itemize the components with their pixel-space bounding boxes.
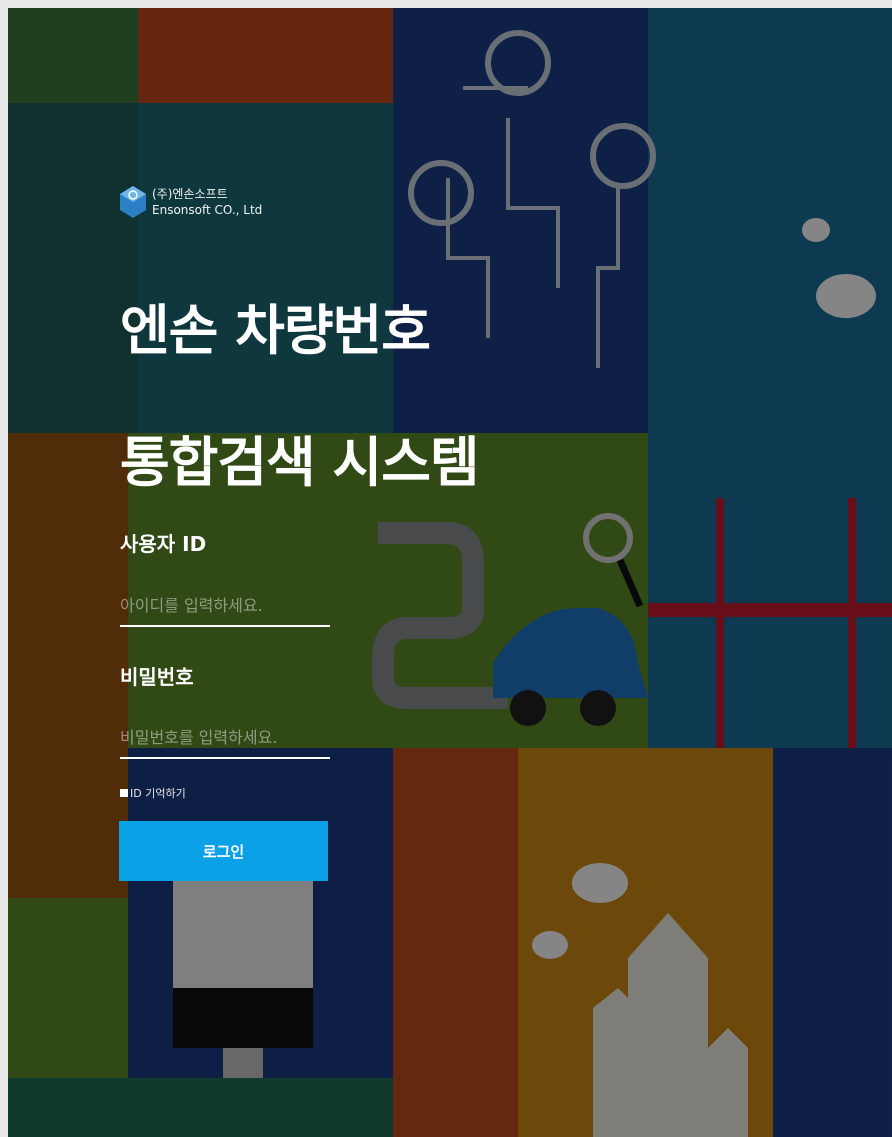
page-title-line1: 엔손 차량번호: [120, 299, 431, 362]
password-input[interactable]: [120, 717, 330, 759]
company-name-ko: (주)엔손소프트: [152, 187, 228, 201]
page-title-line2: 통합검색 시스템: [120, 431, 480, 494]
login-page: (주)엔손소프트 Ensonsoft CO., Ltd 엔손 차량번호 통합검색…: [8, 8, 892, 1137]
login-button[interactable]: 로그인: [119, 821, 328, 881]
remember-id-checkbox[interactable]: [120, 789, 128, 797]
ensonsoft-cube-logo-icon: [120, 186, 146, 218]
company-name-en: Ensonsoft CO., Ltd: [152, 203, 263, 217]
company-logo: (주)엔손소프트 Ensonsoft CO., Ltd: [120, 186, 262, 218]
remember-id-option[interactable]: ID 기억하기: [120, 785, 186, 801]
user-id-label: 사용자 ID: [120, 532, 207, 556]
remember-id-label: ID 기억하기: [130, 787, 186, 800]
user-id-input[interactable]: [120, 585, 330, 627]
password-label: 비밀번호: [120, 665, 194, 689]
login-panel: (주)엔손소프트 Ensonsoft CO., Ltd 엔손 차량번호 통합검색…: [8, 8, 892, 1137]
